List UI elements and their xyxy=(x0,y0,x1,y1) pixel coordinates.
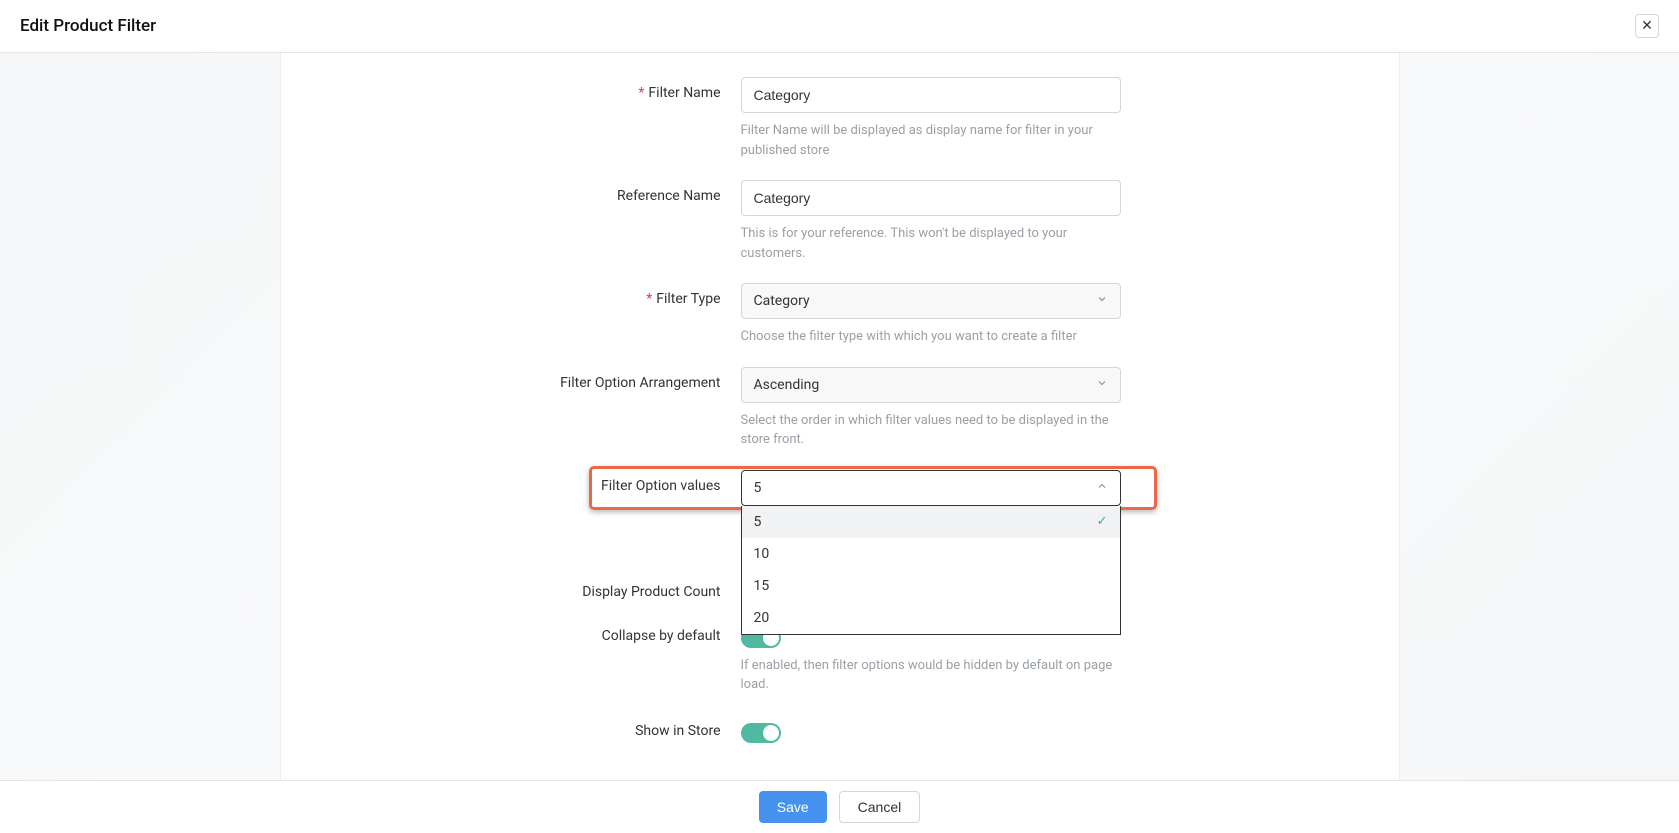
save-button[interactable]: Save xyxy=(759,791,827,823)
collapse-hint: If enabled, then filter options would be… xyxy=(741,656,1121,695)
filter-type-select[interactable]: Category xyxy=(741,283,1121,319)
row-reference-name: Reference Name This is for your referenc… xyxy=(281,170,1399,273)
row-filter-name: *Filter Name Filter Name will be display… xyxy=(281,67,1399,170)
label-option-values: Filter Option values xyxy=(321,470,741,494)
chevron-down-icon xyxy=(1096,377,1108,393)
label-filter-name: *Filter Name xyxy=(321,77,741,101)
dropdown-option[interactable]: 15 xyxy=(742,570,1120,602)
chevron-up-icon xyxy=(1096,480,1108,496)
label-show-store: Show in Store xyxy=(321,715,741,739)
filter-name-hint: Filter Name will be displayed as display… xyxy=(741,121,1121,160)
modal-footer: Save Cancel xyxy=(0,780,1679,833)
reference-name-input[interactable] xyxy=(741,180,1121,216)
label-product-count: Display Product Count xyxy=(321,576,741,600)
arrangement-select[interactable]: Ascending xyxy=(741,367,1121,403)
cancel-button[interactable]: Cancel xyxy=(839,791,921,823)
edit-product-filter-modal: Edit Product Filter ✕ *Filter Name Filte… xyxy=(0,0,1679,833)
row-option-values: Filter Option values 5 5 ✓ xyxy=(281,460,1399,516)
chevron-down-icon xyxy=(1096,293,1108,309)
row-arrangement: Filter Option Arrangement Ascending Sele… xyxy=(281,357,1399,460)
label-reference-name: Reference Name xyxy=(321,180,741,204)
close-icon: ✕ xyxy=(1641,18,1653,34)
label-filter-type: *Filter Type xyxy=(321,283,741,307)
row-filter-type: *Filter Type Category Choose the filter … xyxy=(281,273,1399,357)
close-button[interactable]: ✕ xyxy=(1635,14,1659,38)
filter-type-hint: Choose the filter type with which you wa… xyxy=(741,327,1121,347)
filter-name-input[interactable] xyxy=(741,77,1121,113)
required-marker: * xyxy=(646,291,652,307)
modal-body: *Filter Name Filter Name will be display… xyxy=(0,53,1679,780)
reference-name-hint: This is for your reference. This won't b… xyxy=(741,224,1121,263)
modal-header: Edit Product Filter ✕ xyxy=(0,0,1679,53)
option-values-select[interactable]: 5 xyxy=(741,470,1121,506)
dropdown-option[interactable]: 10 xyxy=(742,538,1120,570)
label-arrangement: Filter Option Arrangement xyxy=(321,367,741,391)
required-marker: * xyxy=(638,85,644,101)
form-panel: *Filter Name Filter Name will be display… xyxy=(280,53,1400,780)
row-show-store: Show in Store xyxy=(281,705,1399,753)
label-collapse: Collapse by default xyxy=(321,620,741,644)
dropdown-option[interactable]: 5 ✓ xyxy=(742,506,1120,538)
modal-title: Edit Product Filter xyxy=(20,16,156,36)
option-values-dropdown: 5 ✓ 10 15 20 xyxy=(741,506,1121,635)
arrangement-hint: Select the order in which filter values … xyxy=(741,411,1121,450)
check-icon: ✓ xyxy=(1097,514,1108,529)
toggle-knob xyxy=(763,725,779,741)
dropdown-option[interactable]: 20 xyxy=(742,602,1120,634)
show-store-toggle[interactable] xyxy=(741,723,781,743)
